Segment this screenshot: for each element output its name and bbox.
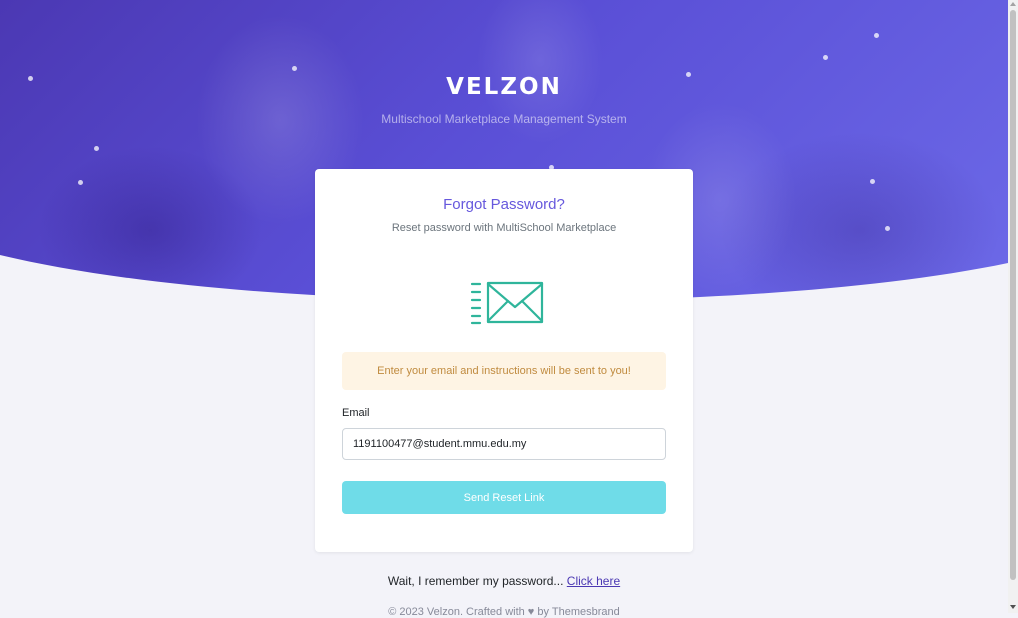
brand-tagline: Multischool Marketplace Management Syste…: [381, 112, 627, 126]
remember-text: Wait, I remember my password...: [387, 574, 567, 588]
scrollbar-thumb[interactable]: [1010, 10, 1016, 580]
footer-copyright: © 2023 Velzon. Crafted with ♥ by Themesb…: [388, 606, 620, 618]
particle-dot: [870, 179, 875, 184]
scroll-up-arrow-icon[interactable]: [1010, 2, 1016, 6]
brand-logo[interactable]: VELZON: [0, 74, 1008, 100]
email-field[interactable]: [342, 428, 666, 460]
card-title: Forgot Password?: [443, 196, 565, 213]
forgot-password-card: Forgot Password? Reset password with Mul…: [315, 169, 693, 552]
scroll-down-arrow-icon[interactable]: [1010, 605, 1016, 609]
particle-dot: [885, 226, 890, 231]
particle-dot: [874, 33, 879, 38]
info-alert: Enter your email and instructions will b…: [342, 352, 666, 390]
email-label: Email: [342, 407, 370, 419]
particle-dot: [823, 55, 828, 60]
card-subtitle: Reset password with MultiSchool Marketpl…: [391, 222, 617, 234]
page-scrollbar[interactable]: [1008, 0, 1018, 613]
remember-password-text: Wait, I remember my password... Click he…: [0, 574, 1008, 588]
send-reset-link-button[interactable]: Send Reset Link: [342, 481, 666, 514]
particle-dot: [78, 180, 83, 185]
mail-send-icon: [470, 281, 544, 325]
particle-dot: [292, 66, 297, 71]
click-here-link[interactable]: Click here: [567, 574, 620, 588]
particle-dot: [94, 146, 99, 151]
